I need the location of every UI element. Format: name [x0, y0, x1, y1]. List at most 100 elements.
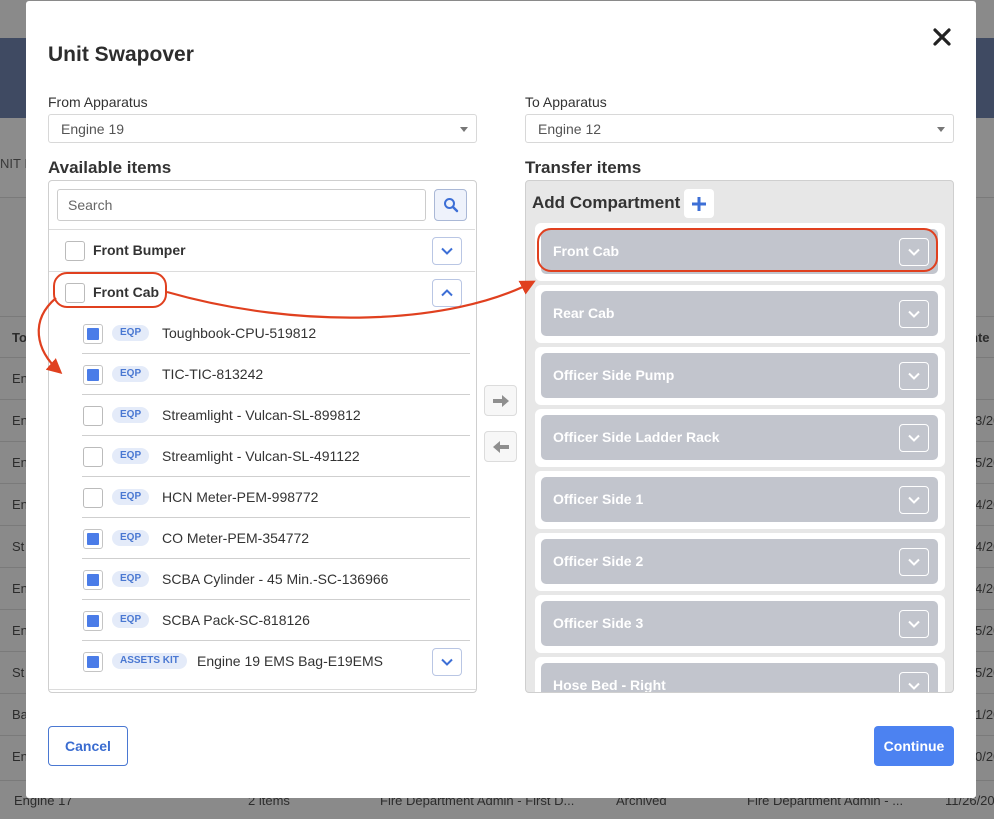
compartment-card[interactable]: Rear Cab: [535, 285, 945, 343]
item-type-badge: EQP: [112, 448, 150, 464]
group-row-front-bumper[interactable]: Front Bumper: [49, 229, 475, 271]
collapse-button[interactable]: [432, 279, 462, 307]
item-checkbox[interactable]: [83, 611, 103, 631]
item-checkbox[interactable]: [83, 447, 103, 467]
close-button[interactable]: [930, 25, 954, 49]
group-row-front-cab[interactable]: Front Cab: [49, 271, 475, 313]
chevron-down-icon: [908, 248, 920, 256]
chevron-up-icon: [441, 289, 453, 297]
item-label: HCN Meter-PEM-998772: [162, 489, 319, 505]
compartment-card[interactable]: Officer Side Ladder Rack: [535, 409, 945, 467]
expand-button[interactable]: [432, 648, 462, 676]
compartment-header[interactable]: Officer Side Pump: [541, 353, 938, 398]
group-checkbox[interactable]: [65, 241, 85, 261]
search-button[interactable]: [434, 189, 467, 221]
item-label: Engine 19 EMS Bag-E19EMS: [197, 653, 383, 669]
search-icon: [443, 198, 458, 213]
available-items-panel[interactable]: Front Bumper Front Cab EQP Toughbook-CPU-…: [48, 180, 477, 693]
cancel-button[interactable]: Cancel: [48, 726, 128, 766]
item-checkbox[interactable]: [83, 365, 103, 385]
group-label: Front Cab: [93, 284, 160, 300]
compartment-header[interactable]: Rear Cab: [541, 291, 938, 336]
list-item[interactable]: EQP Toughbook-CPU-519812: [82, 313, 470, 354]
compartment-card[interactable]: Hose Bed - Right: [535, 657, 945, 692]
list-item[interactable]: EQP Streamlight - Vulcan-SL-899812: [82, 395, 470, 436]
list-item[interactable]: EQP SCBA Pack-SC-818126: [82, 600, 470, 641]
list-item[interactable]: EQP SCBA Cylinder - 45 Min.-SC-136966: [82, 559, 470, 600]
expand-button[interactable]: [899, 238, 929, 266]
item-label: SCBA Cylinder - 45 Min.-SC-136966: [162, 571, 389, 587]
add-compartment-button[interactable]: [684, 189, 714, 218]
compartment-header[interactable]: Front Cab: [541, 229, 938, 274]
to-apparatus-select[interactable]: Engine 12: [525, 114, 954, 143]
transfer-items-panel[interactable]: Add Compartment Front Cab Rear Cab Officer…: [525, 180, 954, 693]
caret-down-icon: [937, 127, 945, 132]
compartment-card[interactable]: Front Cab: [535, 223, 945, 281]
expand-button[interactable]: [432, 237, 462, 265]
compartment-header[interactable]: Officer Side 2: [541, 539, 938, 584]
compartment-header[interactable]: Officer Side 3: [541, 601, 938, 646]
item-label: TIC-TIC-813242: [162, 366, 264, 382]
from-apparatus-select[interactable]: Engine 19: [48, 114, 477, 143]
chevron-down-icon: [441, 247, 453, 255]
list-item[interactable]: EQP HCN Meter-PEM-998772: [82, 477, 470, 518]
item-checkbox[interactable]: [83, 570, 103, 590]
item-type-badge: EQP: [112, 366, 150, 382]
item-type-badge: EQP: [112, 489, 150, 505]
item-checkbox[interactable]: [83, 488, 103, 508]
expand-button[interactable]: [899, 548, 929, 576]
expand-button[interactable]: [899, 300, 929, 328]
plus-icon: [692, 196, 706, 211]
item-checkbox[interactable]: [83, 406, 103, 426]
item-checkbox[interactable]: [83, 324, 103, 344]
list-item[interactable]: EQP Streamlight - Vulcan-SL-491122: [82, 436, 470, 477]
compartment-card[interactable]: Officer Side 3: [535, 595, 945, 653]
compartment-card[interactable]: Officer Side 1: [535, 471, 945, 529]
search-input[interactable]: [57, 189, 426, 221]
compartment-card[interactable]: Officer Side Pump: [535, 347, 945, 405]
item-type-badge: EQP: [112, 407, 150, 423]
transfer-right-button[interactable]: [484, 385, 517, 416]
item-type-badge: EQP: [112, 612, 150, 628]
compartment-card[interactable]: Officer Side 2: [535, 533, 945, 591]
list-item[interactable]: ASSETS KIT Engine 19 EMS Bag-E19EMS: [82, 641, 470, 682]
list-item[interactable]: EQP CO Meter-PEM-354772: [82, 518, 470, 559]
item-label: CO Meter-PEM-354772: [162, 530, 310, 546]
arrow-left-icon: [492, 440, 509, 453]
available-items-title: Available items: [48, 158, 172, 177]
continue-button[interactable]: Continue: [874, 726, 954, 766]
chevron-down-icon: [441, 658, 453, 666]
expand-button[interactable]: [899, 362, 929, 390]
chevron-down-icon: [908, 682, 920, 690]
from-apparatus-label: From Apparatus: [48, 94, 148, 110]
expand-button[interactable]: [899, 424, 929, 452]
compartment-label: Officer Side Pump: [553, 367, 675, 383]
expand-button[interactable]: [899, 672, 929, 692]
list-divider: [49, 689, 476, 690]
expand-button[interactable]: [899, 486, 929, 514]
close-icon: [933, 28, 951, 46]
compartment-header[interactable]: Hose Bed - Right: [541, 663, 938, 692]
chevron-down-icon: [908, 434, 920, 442]
add-compartment-label: Add Compartment: [532, 193, 681, 212]
list-item[interactable]: EQP TIC-TIC-813242: [82, 354, 470, 395]
compartment-label: Officer Side 2: [553, 553, 644, 569]
expand-button[interactable]: [899, 610, 929, 638]
unit-swapover-modal: Unit Swapover From Apparatus Engine 19 T…: [26, 1, 976, 798]
item-checkbox[interactable]: [83, 652, 103, 672]
group-label: Front Bumper: [93, 242, 186, 258]
background-side-label: NIT I: [0, 156, 28, 171]
item-label: Streamlight - Vulcan-SL-899812: [162, 407, 361, 423]
item-checkbox[interactable]: [83, 529, 103, 549]
compartment-header[interactable]: Officer Side 1: [541, 477, 938, 522]
item-label: SCBA Pack-SC-818126: [162, 612, 310, 628]
chevron-down-icon: [908, 558, 920, 566]
compartment-label: Officer Side 1: [553, 491, 644, 507]
to-apparatus-value: Engine 12: [538, 121, 602, 137]
transfer-left-button[interactable]: [484, 431, 517, 462]
chevron-down-icon: [908, 496, 920, 504]
compartment-label: Front Cab: [553, 243, 620, 259]
group-checkbox[interactable]: [65, 283, 85, 303]
compartment-header[interactable]: Officer Side Ladder Rack: [541, 415, 938, 460]
item-label: Streamlight - Vulcan-SL-491122: [162, 448, 360, 464]
